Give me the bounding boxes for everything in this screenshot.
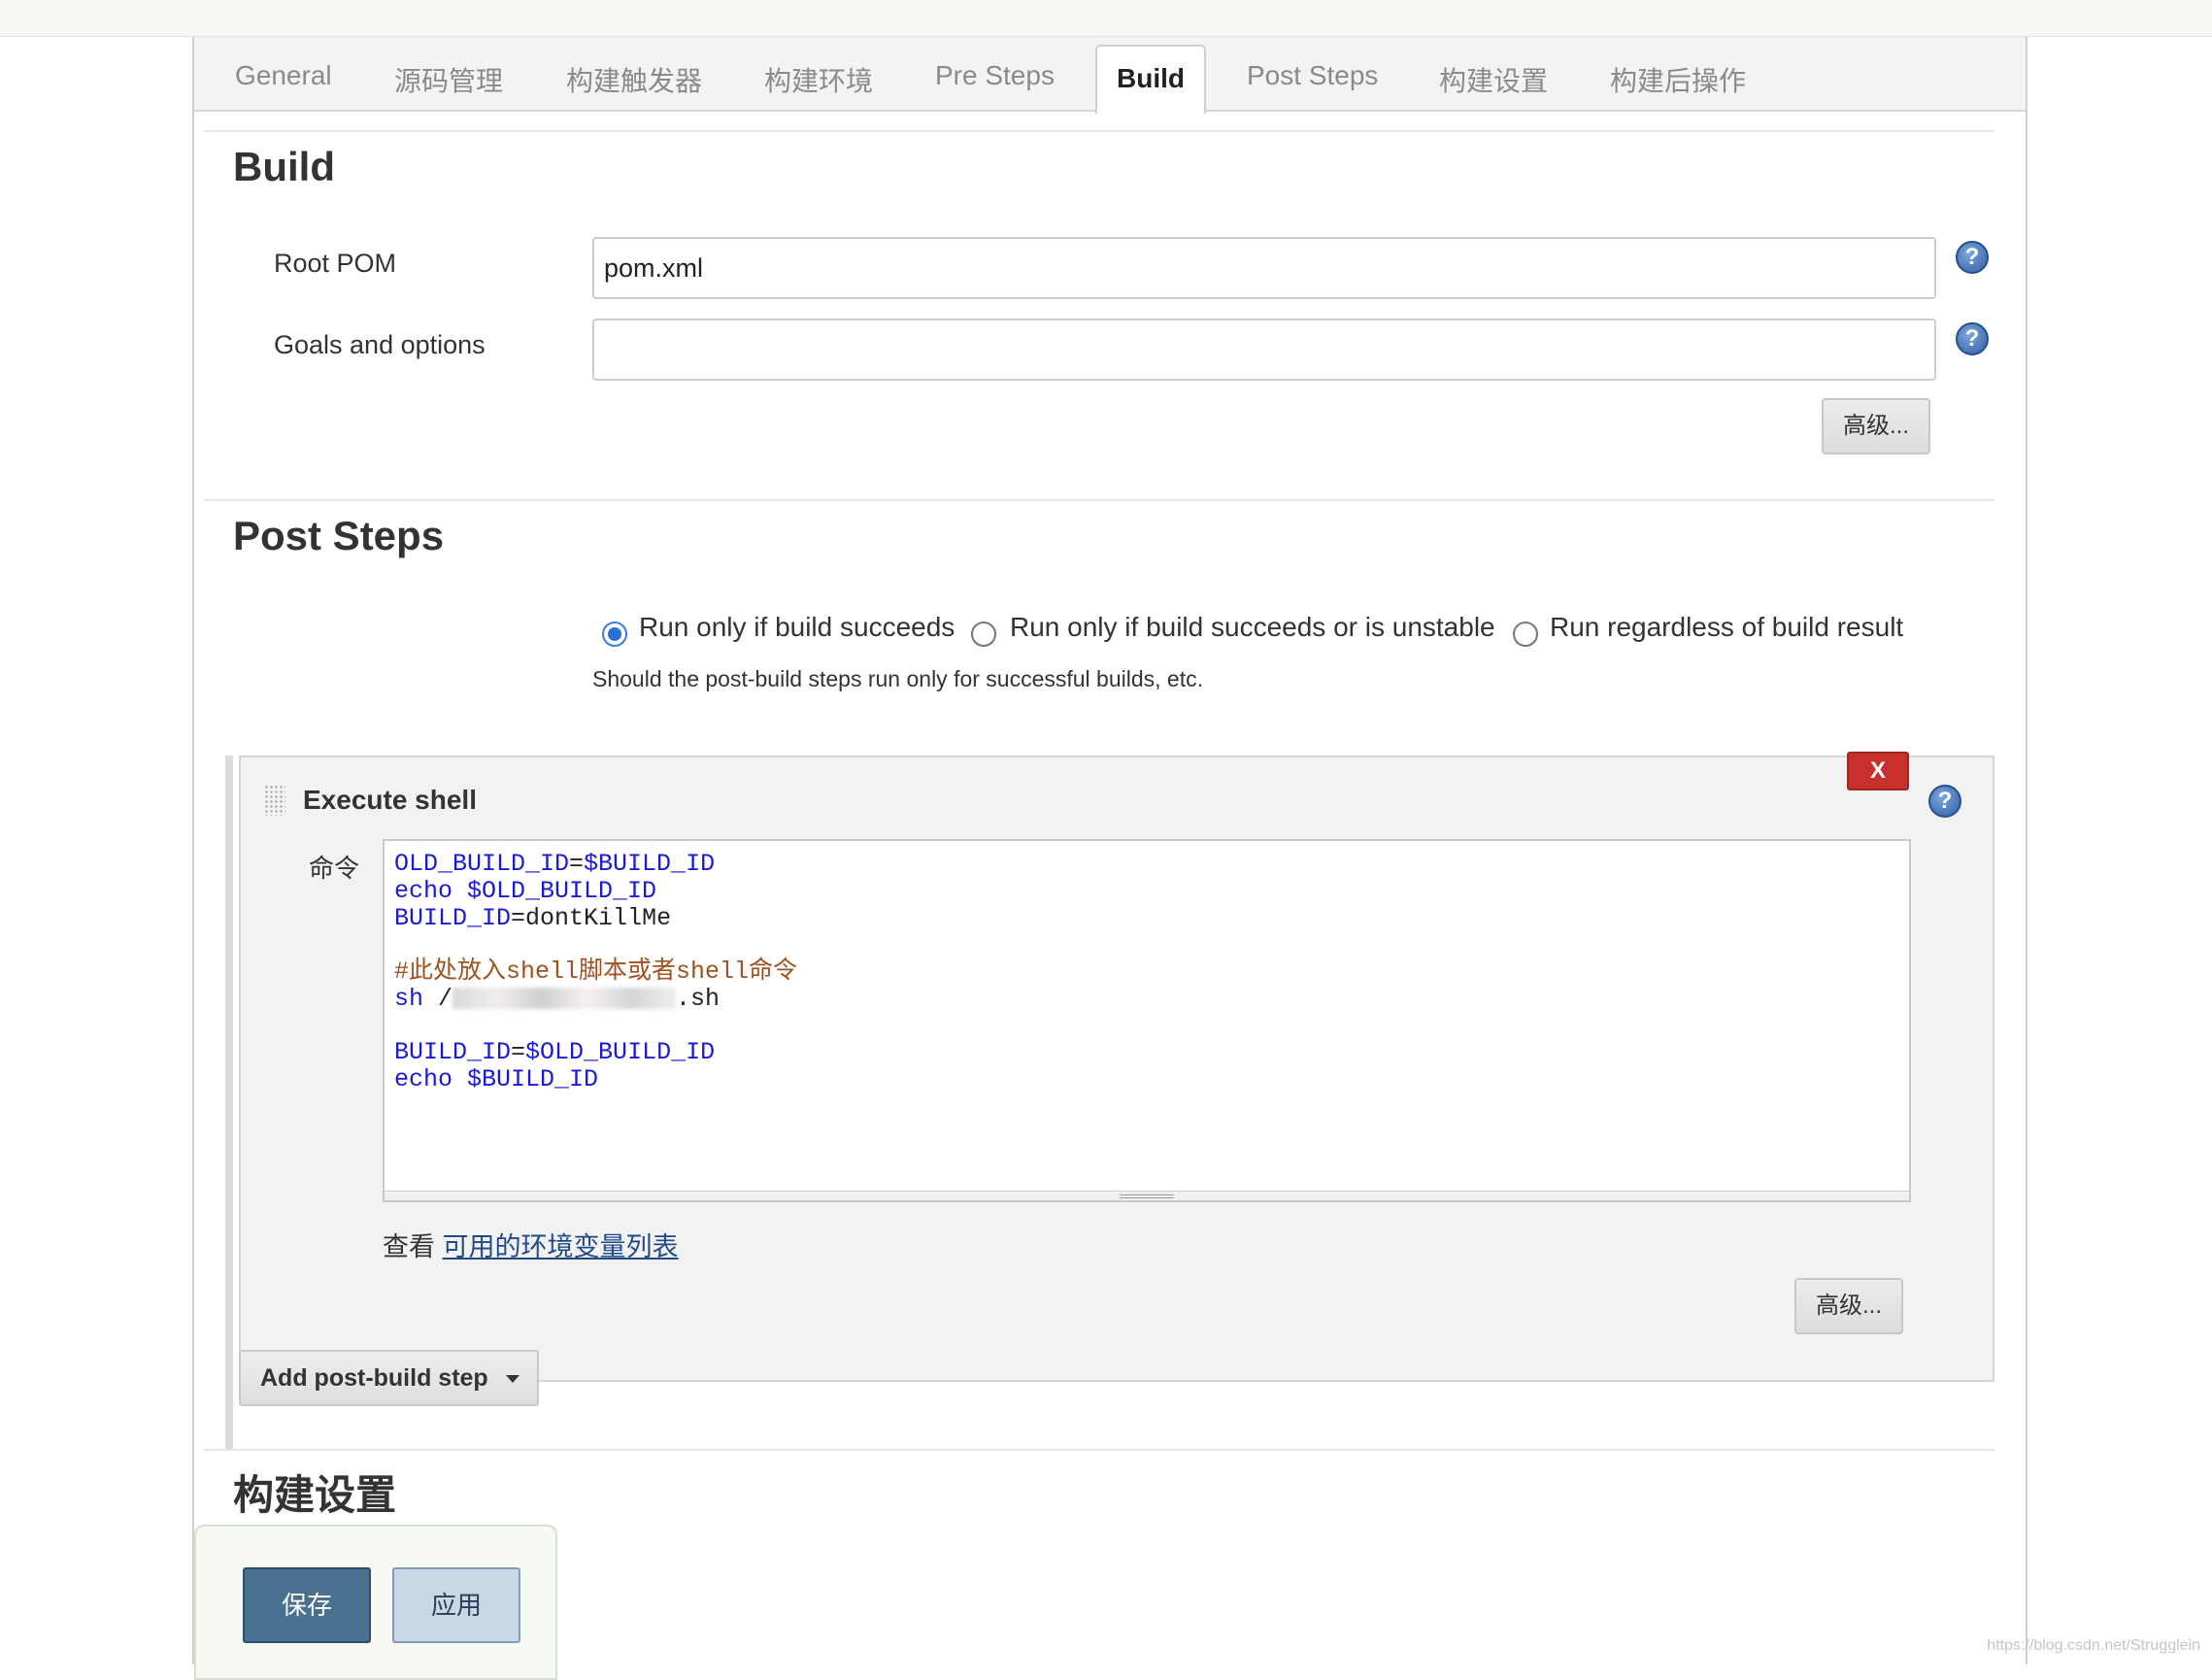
code-token: sh	[394, 985, 424, 1013]
chevron-down-icon	[505, 1375, 519, 1383]
tab-post-steps[interactable]: Post Steps	[1247, 60, 1378, 91]
radio-run-if-success-or-unstable[interactable]	[971, 622, 996, 647]
add-post-build-step-button[interactable]: Add post-build step	[239, 1350, 539, 1406]
code-line: echo $OLD_BUILD_ID	[394, 878, 1899, 905]
divider	[204, 499, 1994, 501]
code-token: =	[511, 1038, 526, 1066]
tab-build[interactable]: Build	[1095, 45, 1206, 114]
config-panel: General 源码管理 构建触发器 构建环境 Pre Steps Build …	[192, 37, 2028, 1664]
execute-shell-title: Execute shell	[303, 785, 477, 815]
execute-shell-help-icon[interactable]: ?	[1928, 785, 1961, 818]
code-token: echo	[394, 877, 453, 905]
env-vars-line: 查看 可用的环境变量列表	[383, 1226, 679, 1263]
radio-run-if-success-label: Run only if build succeeds	[639, 612, 955, 642]
build-section-title: Build	[233, 144, 335, 189]
command-label: 命令	[309, 854, 360, 883]
tab-pre-steps[interactable]: Pre Steps	[935, 60, 1055, 91]
post-steps-section-title: Post Steps	[233, 513, 445, 558]
root-pom-label: Root POM	[274, 249, 397, 278]
apply-button[interactable]: 应用	[392, 1567, 520, 1643]
goals-input[interactable]	[592, 319, 1936, 381]
watermark: https://blog.csdn.net/Strugglein	[1987, 1637, 2200, 1654]
shell-advanced-button[interactable]: 高级...	[1794, 1278, 1904, 1334]
env-vars-prefix: 查看	[383, 1232, 435, 1261]
divider	[204, 130, 1994, 132]
code-token: $BUILD_ID	[467, 1065, 599, 1093]
root-pom-help-icon[interactable]: ?	[1956, 241, 1989, 274]
code-line: #此处放入shell脚本或者shell命令	[394, 958, 1899, 986]
radio-run-regardless-label: Run regardless of build result	[1550, 612, 1904, 642]
code-line: sh / .sh	[394, 986, 1899, 1013]
tab-build-triggers[interactable]: 构建触发器	[566, 60, 702, 99]
goals-help-icon[interactable]: ?	[1956, 322, 1989, 355]
add-post-build-step-label: Add post-build step	[260, 1364, 488, 1392]
root-pom-input[interactable]	[592, 237, 1936, 299]
code-token: /	[438, 985, 453, 1013]
post-steps-description: Should the post-build steps run only for…	[592, 666, 1204, 691]
section-tabs: General 源码管理 构建触发器 构建环境 Pre Steps Build …	[194, 37, 2026, 114]
code-token: .sh	[676, 985, 721, 1013]
tab-build-environment[interactable]: 构建环境	[764, 60, 873, 99]
radio-run-regardless[interactable]	[1513, 622, 1538, 647]
form-button-bar: 保存 应用	[194, 1525, 557, 1680]
code-line: OLD_BUILD_ID=$BUILD_ID	[394, 851, 1899, 878]
redacted-path	[452, 988, 677, 1010]
textarea-resize-bar	[385, 1191, 1909, 1200]
code-token: =	[569, 850, 585, 878]
divider	[204, 1449, 1994, 1451]
radio-run-if-success[interactable]	[602, 622, 627, 647]
radio-run-if-success-or-unstable-label: Run only if build succeeds or is unstabl…	[1010, 612, 1495, 642]
drag-handle-icon[interactable]	[264, 785, 285, 816]
build-settings-section-title: 构建设置	[233, 1472, 397, 1518]
env-vars-link[interactable]: 可用的环境变量列表	[443, 1232, 679, 1261]
goals-label: Goals and options	[274, 330, 486, 359]
code-token: dontKillMe	[525, 904, 672, 932]
tab-post-build-actions[interactable]: 构建后操作	[1610, 60, 1746, 99]
code-line: echo $BUILD_ID	[394, 1066, 1899, 1093]
code-token: $BUILD_ID	[584, 850, 716, 878]
code-token: BUILD_ID	[394, 904, 512, 932]
build-advanced-button[interactable]: 高级...	[1822, 398, 1931, 454]
post-steps-stripe	[225, 756, 233, 1449]
top-bar	[0, 0, 2212, 37]
command-textarea[interactable]: OLD_BUILD_ID=$BUILD_ID echo $OLD_BUILD_I…	[383, 839, 1911, 1202]
execute-shell-step: Execute shell X ? 命令 OLD_BUILD_ID=$BUILD…	[239, 752, 1994, 1382]
code-line: BUILD_ID=dontKillMe	[394, 905, 1899, 932]
code-token: =	[511, 904, 526, 932]
tab-source-management[interactable]: 源码管理	[394, 60, 503, 99]
tab-general[interactable]: General	[235, 60, 332, 91]
code-comment: #此处放入shell脚本或者shell命令	[394, 958, 798, 986]
code-token: echo	[394, 1065, 453, 1093]
code-token: $OLD_BUILD_ID	[525, 1038, 716, 1066]
code-token: $OLD_BUILD_ID	[467, 877, 657, 905]
save-button[interactable]: 保存	[243, 1567, 371, 1643]
tab-build-settings[interactable]: 构建设置	[1439, 60, 1548, 99]
code-token: BUILD_ID	[394, 1038, 512, 1066]
delete-step-button[interactable]: X	[1847, 752, 1909, 790]
code-token: OLD_BUILD_ID	[394, 850, 570, 878]
resize-grip-icon[interactable]	[1120, 1194, 1174, 1198]
code-line: BUILD_ID=$OLD_BUILD_ID	[394, 1039, 1899, 1066]
